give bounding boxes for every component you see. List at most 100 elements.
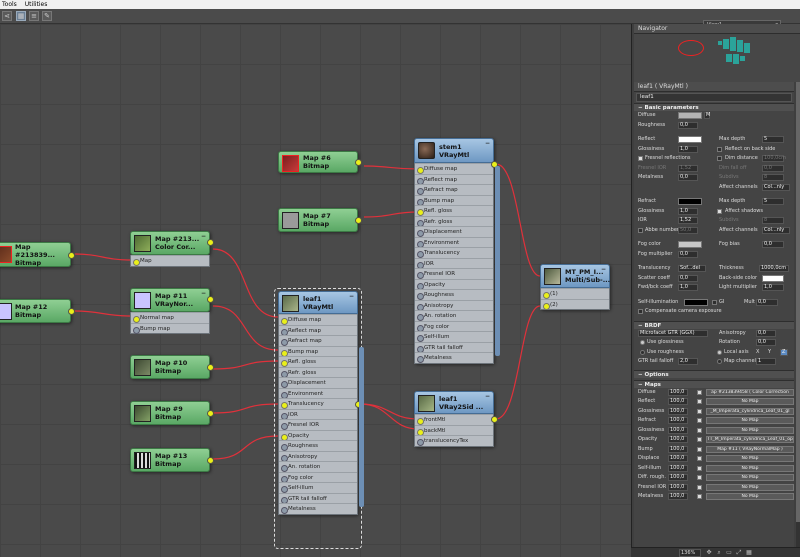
axis-x[interactable]: X bbox=[756, 348, 759, 357]
map-amount[interactable]: 100,0 bbox=[668, 407, 688, 415]
slot-translucency[interactable]: Translucency bbox=[279, 398, 357, 409]
ior-value[interactable]: 1,52 bbox=[678, 217, 698, 224]
translucency-select[interactable]: Sof...del bbox=[678, 265, 706, 272]
subdivs-value[interactable]: 8 bbox=[762, 174, 784, 181]
dim-falloff-value[interactable]: 0,0 bbox=[762, 164, 784, 172]
grid-layout-icon[interactable]: ▦ bbox=[16, 11, 26, 21]
map-enable-checkbox[interactable] bbox=[697, 437, 702, 442]
light-multiplier-value[interactable]: 1,0 bbox=[762, 284, 784, 291]
slot-refl-gloss[interactable]: Refl. gloss bbox=[279, 356, 357, 367]
slot-bump-map[interactable]: Bump map bbox=[415, 194, 493, 206]
map-slot-button[interactable]: TT_M_Imperata_cylindrica_Leaf_01_op bbox=[706, 436, 794, 443]
slot-fresnel-ior[interactable]: Fresnel IOR bbox=[279, 419, 357, 430]
map-amount[interactable]: 100,0 bbox=[668, 426, 688, 434]
material-name-field[interactable]: leaf1 bbox=[636, 93, 792, 102]
slot-ior[interactable]: IOR bbox=[279, 408, 357, 419]
slot-normal-map[interactable]: Normal map bbox=[131, 312, 209, 323]
node-map213-color-correction[interactable]: Map #213... Color Cor... − Map bbox=[130, 231, 214, 267]
output-socket[interactable] bbox=[207, 457, 214, 464]
brdf-header[interactable]: BRDF bbox=[634, 320, 794, 329]
slot-displacement[interactable]: Displacement bbox=[279, 377, 357, 388]
node-map7[interactable]: Map #7 Bitmap bbox=[278, 208, 362, 232]
local-axis-radio[interactable] bbox=[717, 349, 722, 355]
axis-y[interactable]: Y bbox=[768, 348, 771, 357]
map-enable-checkbox[interactable] bbox=[697, 408, 702, 414]
slot-roughness[interactable]: Roughness bbox=[415, 289, 493, 300]
fog-color-swatch[interactable] bbox=[678, 241, 702, 248]
collapse-icon[interactable]: − bbox=[485, 140, 490, 148]
map-slot-button[interactable]: _M_Imperata_cylindrica_Leaf_01_gl bbox=[706, 407, 794, 415]
collapse-icon[interactable]: − bbox=[485, 393, 490, 401]
slot-anisotropy[interactable]: Anisotropy bbox=[279, 450, 357, 461]
node-stem1-vraymtl[interactable]: stem1 VRayMtl − Diffuse map Reflect map Ref… bbox=[414, 138, 500, 364]
slot-refract-map[interactable]: Refract map bbox=[415, 184, 493, 195]
options-header[interactable]: Options bbox=[634, 369, 794, 378]
node-leaf1-vraymtl[interactable]: leaf1 VRayMtl − Diffuse map Reflect map Ref… bbox=[278, 291, 364, 515]
refract-swatch[interactable] bbox=[678, 198, 702, 205]
slot-gtr-tail-falloff[interactable]: GTR tail falloff bbox=[279, 492, 357, 503]
map-amount[interactable]: 100,0 bbox=[668, 417, 688, 424]
map-amount[interactable]: 100,0 bbox=[668, 388, 688, 396]
reflect-swatch[interactable] bbox=[678, 136, 702, 143]
output-socket[interactable] bbox=[355, 217, 362, 224]
slot-sub1[interactable]: (1) bbox=[541, 288, 609, 299]
gi-checkbox[interactable] bbox=[712, 299, 717, 305]
reflect-backside-checkbox[interactable] bbox=[717, 146, 722, 152]
slot-bump-map[interactable]: Bump map bbox=[279, 345, 357, 356]
slot-ior[interactable]: IOR bbox=[415, 257, 493, 268]
slot-bump-map[interactable]: Bump map bbox=[131, 322, 209, 333]
map-amount[interactable]: 100,0 bbox=[668, 445, 688, 453]
map-enable-checkbox[interactable] bbox=[697, 494, 702, 499]
fog-bias-value[interactable]: 0,0 bbox=[762, 241, 784, 248]
map-enable-checkbox[interactable] bbox=[697, 475, 702, 480]
map-slot-button[interactable]: No Map bbox=[706, 493, 794, 500]
navigator-view[interactable] bbox=[634, 34, 800, 82]
slot-opacity[interactable]: Opacity bbox=[279, 429, 357, 440]
map-slot-button[interactable]: No Map bbox=[706, 474, 794, 481]
refr-affect-channels-select[interactable]: Col...nly bbox=[762, 226, 790, 234]
backside-color-swatch[interactable] bbox=[762, 274, 784, 282]
menu-tools[interactable]: Tools bbox=[2, 1, 17, 8]
map-enable-checkbox[interactable] bbox=[697, 484, 702, 490]
output-socket[interactable] bbox=[207, 410, 214, 417]
dim-distance-value[interactable]: 100,0cm bbox=[762, 155, 786, 162]
node-map6[interactable]: Map #6 Bitmap bbox=[278, 151, 362, 173]
output-socket[interactable] bbox=[207, 239, 214, 246]
map-amount[interactable]: 100,0 bbox=[668, 464, 688, 472]
map-enable-checkbox[interactable] bbox=[697, 427, 702, 433]
map-amount[interactable]: 100,0 bbox=[668, 493, 688, 500]
fog-multiplier-value[interactable]: 0,0 bbox=[678, 250, 698, 258]
slot-fresnel-ior[interactable]: Fresnel IOR bbox=[415, 268, 493, 279]
map-amount[interactable]: 100,0 bbox=[668, 398, 688, 405]
map-enable-checkbox[interactable] bbox=[697, 456, 702, 461]
fresnel-ior-value[interactable]: 1,52 bbox=[678, 164, 698, 172]
affect-shadows-checkbox[interactable] bbox=[717, 208, 722, 214]
zoom-icon[interactable]: ⌕ bbox=[715, 549, 723, 557]
node-map9[interactable]: Map #9 Bitmap bbox=[130, 401, 214, 425]
diffuse-map-button[interactable]: M bbox=[704, 112, 710, 119]
map-channel-value[interactable]: 1 bbox=[756, 358, 776, 365]
slot-fog-color[interactable]: Fog color bbox=[279, 471, 357, 482]
layout-tree-icon[interactable]: ⋖ bbox=[2, 11, 12, 21]
slot-reflect-map[interactable]: Reflect map bbox=[279, 324, 357, 335]
node-map12[interactable]: Map #12 Bitmap bbox=[0, 299, 75, 323]
map-amount[interactable]: 100,0 bbox=[668, 455, 688, 462]
scatter-coeff-value[interactable]: 0,0 bbox=[678, 274, 698, 282]
map-enable-checkbox[interactable] bbox=[697, 399, 702, 404]
slot-front-mtl[interactable]: frontMtl bbox=[415, 414, 493, 425]
slot-opacity[interactable]: Opacity bbox=[415, 278, 493, 289]
slot-roughness[interactable]: Roughness bbox=[279, 440, 357, 451]
fresnel-checkbox[interactable] bbox=[638, 156, 643, 161]
slot-anisotropy[interactable]: Anisotropy bbox=[415, 299, 493, 310]
abbe-value[interactable]: 50,0 bbox=[678, 226, 698, 234]
slot-environment[interactable]: Environment bbox=[279, 387, 357, 398]
paint-icon[interactable]: ✎ bbox=[42, 11, 52, 21]
refr-max-depth-value[interactable]: 5 bbox=[762, 198, 784, 205]
map-channel-radio[interactable] bbox=[717, 359, 722, 364]
compensate-camera-checkbox[interactable] bbox=[638, 309, 643, 314]
slot-an-rotation[interactable]: An. rotation bbox=[279, 461, 357, 472]
map-slot-button[interactable]: No Map bbox=[706, 483, 794, 491]
slot-map[interactable]: Map bbox=[131, 255, 209, 266]
brdf-type-select[interactable]: Microfacet GTR (GGX) bbox=[638, 329, 708, 337]
node-scrollbar[interactable] bbox=[359, 347, 364, 507]
